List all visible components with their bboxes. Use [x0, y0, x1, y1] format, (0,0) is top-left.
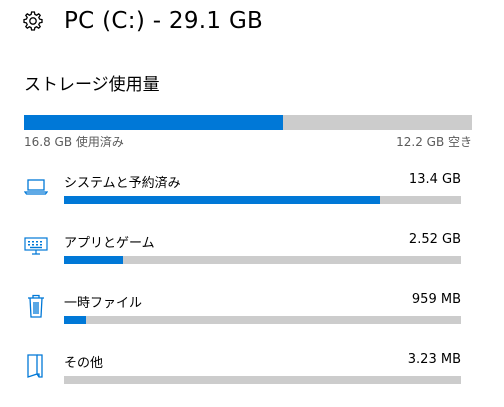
category-size: 13.4 GB — [408, 172, 461, 187]
category-size: 959 MB — [411, 292, 461, 307]
gear-icon — [22, 10, 44, 32]
category-name: システムと予約済み — [64, 176, 181, 191]
free-space-label: 12.2 GB 空き — [396, 135, 472, 149]
total-usage-fill — [24, 115, 283, 130]
page-title: PC (C:) - 29.1 GB — [64, 8, 264, 34]
category-usage-fill — [64, 316, 86, 324]
keyboard-icon — [22, 232, 50, 260]
used-space-label: 16.8 GB 使用済み — [24, 135, 124, 149]
page-header: PC (C:) - 29.1 GB — [22, 6, 263, 36]
category-other[interactable]: その他 3.23 MB — [0, 352, 504, 398]
category-usage-bar — [64, 376, 461, 384]
category-usage-bar — [64, 196, 461, 204]
category-usage-fill — [64, 196, 381, 204]
total-usage-bar — [24, 115, 472, 130]
category-usage-bar — [64, 316, 461, 324]
file-icon — [22, 352, 50, 380]
category-size: 2.52 GB — [408, 232, 461, 247]
category-temporary-files[interactable]: 一時ファイル 959 MB — [0, 292, 504, 338]
category-apps-games[interactable]: アプリとゲーム 2.52 GB — [0, 232, 504, 278]
category-system-reserved[interactable]: システムと予約済み 13.4 GB — [0, 172, 504, 218]
category-size: 3.23 MB — [407, 352, 461, 367]
category-usage-fill — [64, 256, 124, 264]
category-name: その他 — [64, 356, 104, 371]
category-name: 一時ファイル — [64, 296, 143, 311]
trash-icon — [22, 292, 50, 320]
category-name: アプリとゲーム — [64, 236, 155, 251]
laptop-icon — [22, 172, 50, 200]
storage-usage-heading: ストレージ使用量 — [24, 75, 160, 95]
storage-page: PC (C:) - 29.1 GB ストレージ使用量 16.8 GB 使用済み … — [0, 0, 504, 407]
category-usage-bar — [64, 256, 461, 264]
